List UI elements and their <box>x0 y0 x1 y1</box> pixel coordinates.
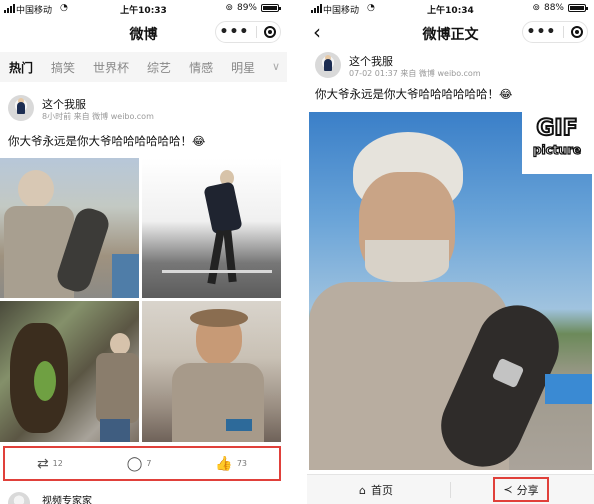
more-icon[interactable]: ••• <box>220 25 250 39</box>
tab-funny[interactable]: 搞笑 <box>42 59 84 76</box>
more-icon[interactable]: ••• <box>527 25 557 39</box>
chevron-down-icon[interactable]: ∨ <box>265 52 287 82</box>
share-label: 分享 <box>516 483 539 497</box>
bottom-divider <box>450 482 451 498</box>
battery-icon <box>261 4 281 12</box>
repost-icon: ⇄ <box>36 455 49 472</box>
author-name[interactable]: 视频专家家 <box>42 492 92 504</box>
comment-icon: ◯ <box>126 455 143 472</box>
capsule-divider <box>563 26 565 38</box>
alarm-icon: ⊚ <box>225 3 233 13</box>
home-button[interactable]: ⌂ 首页 <box>359 482 393 498</box>
tab-hot[interactable]: 热门 <box>0 59 42 76</box>
gif-image[interactable]: GIF picture <box>309 112 592 470</box>
status-bar: 中国移动 ◔ 上午10:33 ⊚ 89% <box>0 0 287 18</box>
nav-bar: ‹ 微博正文 ••• <box>307 18 594 48</box>
grid-image-1[interactable] <box>0 158 139 298</box>
next-post-header: 视频专家家 <box>8 490 278 504</box>
comment-count: 7 <box>146 459 152 468</box>
author-name[interactable]: 这个我服 <box>349 53 393 69</box>
capsule-divider <box>256 26 258 38</box>
avatar[interactable] <box>315 52 341 78</box>
tab-celebrity[interactable]: 明星 <box>222 59 264 76</box>
post-source: 来自 微博 weibo.com <box>400 69 481 78</box>
post-meta: 07-02 01:37 来自 微博 weibo.com <box>349 68 481 79</box>
post-text: 你大爷永远是你大爷哈哈哈哈哈哈！😂 <box>8 134 206 148</box>
battery-percent: 88% <box>543 3 564 13</box>
post-header: 这个我服 07-02 01:37 来自 微博 weibo.com <box>315 52 585 86</box>
home-label: 首页 <box>370 484 393 497</box>
comment-button[interactable]: ◯ 7 <box>127 457 152 471</box>
target-icon[interactable] <box>264 26 277 38</box>
share-icon: ≺ <box>503 483 513 496</box>
alarm-icon: ⊚ <box>532 3 540 13</box>
mini-program-capsule: ••• <box>522 21 588 43</box>
like-button[interactable]: 👍 73 <box>215 457 247 471</box>
post-detail-screen: 中国移动 ◔ 上午10:34 ⊚ 88% ‹ 微博正文 ••• 这个我服 07-… <box>307 0 594 504</box>
like-count: 73 <box>236 459 248 468</box>
avatar[interactable] <box>8 492 30 504</box>
post-time: 8小时前 <box>42 112 72 121</box>
battery-icon <box>568 4 588 12</box>
gif-badge-title: GIF <box>535 115 578 142</box>
repost-button[interactable]: ⇄ 12 <box>37 457 63 471</box>
post-meta: 8小时前 来自 微博 weibo.com <box>42 111 154 122</box>
bottom-bar: ⌂ 首页 ≺ 分享 <box>307 474 594 504</box>
post-time: 07-02 01:37 <box>349 69 398 78</box>
author-name[interactable]: 这个我服 <box>42 96 86 112</box>
mini-program-capsule: ••• <box>215 21 281 43</box>
category-tabs: 热门 搞笑 世界杯 综艺 情感 明星 ∨ <box>0 52 287 82</box>
post-source: 来自 微博 weibo.com <box>73 112 154 121</box>
like-icon: 👍 <box>215 455 233 472</box>
battery-percent: 89% <box>236 3 257 13</box>
image-grid <box>0 158 281 442</box>
post-action-bar: ⇄ 12 ◯ 7 👍 73 <box>3 446 281 481</box>
status-bar: 中国移动 ◔ 上午10:34 ⊚ 88% <box>307 0 594 18</box>
grid-image-2[interactable] <box>142 158 281 298</box>
repost-count: 12 <box>52 459 63 468</box>
share-button[interactable]: ≺ 分享 <box>493 477 549 502</box>
nav-bar: 微博 ••• <box>0 18 287 48</box>
target-icon[interactable] <box>571 26 584 38</box>
tab-variety[interactable]: 综艺 <box>138 59 180 76</box>
post-text: 你大爷永远是你大爷哈哈哈哈哈哈！😂 <box>315 87 513 101</box>
post-header: 这个我服 8小时前 来自 微博 weibo.com <box>8 95 278 129</box>
feed-screen: 中国移动 ◔ 上午10:33 ⊚ 89% 微博 ••• 热门 搞笑 世界杯 综艺… <box>0 0 287 504</box>
tab-emotion[interactable]: 情感 <box>180 59 222 76</box>
gif-badge-subtitle: picture <box>532 142 582 157</box>
home-icon: ⌂ <box>359 483 366 497</box>
tab-worldcup[interactable]: 世界杯 <box>84 59 138 76</box>
gif-badge: GIF picture <box>522 112 592 174</box>
grid-image-3[interactable] <box>0 301 139 442</box>
avatar[interactable] <box>8 95 34 121</box>
grid-image-4[interactable] <box>142 301 281 442</box>
